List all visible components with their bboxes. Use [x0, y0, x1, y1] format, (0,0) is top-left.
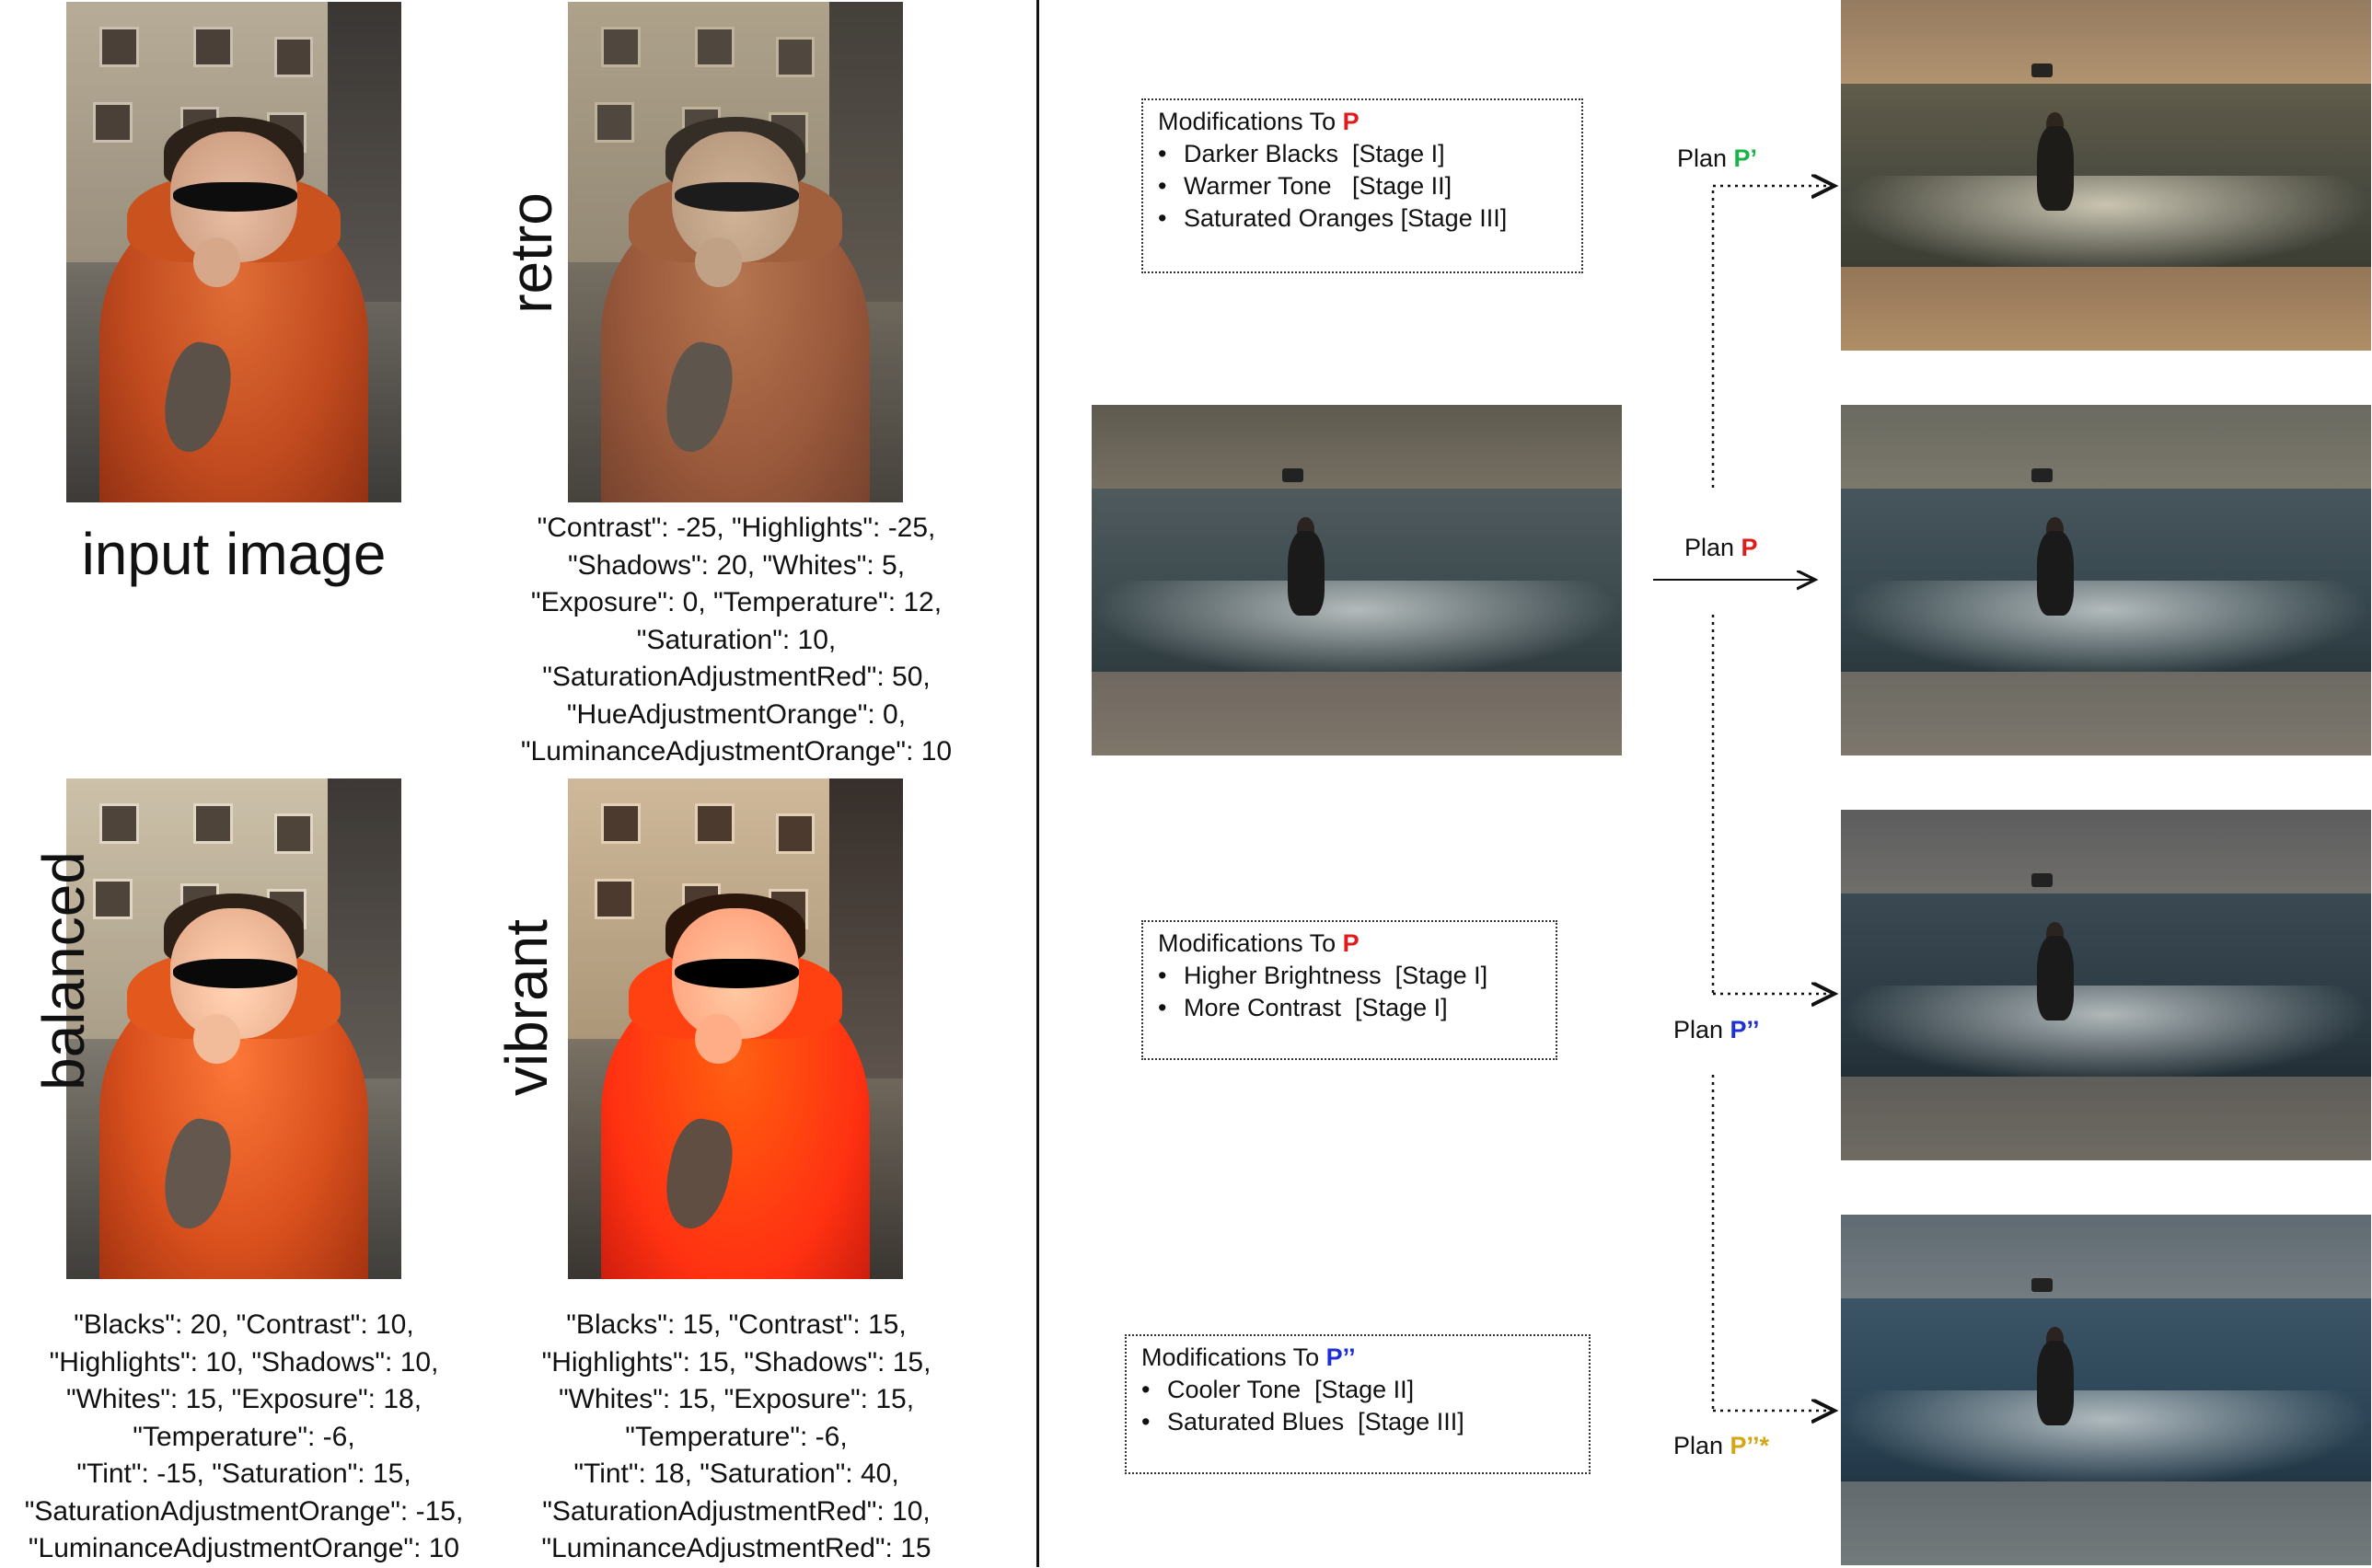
- plan-p-label: Plan P: [1684, 534, 1758, 561]
- plan-p-name: P: [1342, 929, 1360, 957]
- mod-item: Saturated Oranges [Stage III]: [1158, 202, 1567, 235]
- plan-p-dprime-label: Plan P’’: [1673, 1016, 1760, 1043]
- param-line: "Tint": -15, "Saturation": 15,: [76, 1458, 411, 1489]
- vibrant-label: vibrant: [493, 918, 560, 1097]
- param-line: "LuminanceAdjustmentRed": 15: [541, 1533, 931, 1563]
- mod-item: Darker Blacks [Stage I]: [1158, 138, 1567, 170]
- param-line: "Blacks": 20, "Contrast": 10,: [74, 1309, 414, 1340]
- param-line: "SaturationAdjustmentOrange": -15,: [24, 1495, 464, 1527]
- result-image-p-dprime: [1841, 810, 2371, 1160]
- param-line: "Contrast": -25, "Highlights": -25,: [537, 513, 936, 543]
- param-line: "Whites": 15, "Exposure": 18,: [65, 1384, 422, 1414]
- param-line: "SaturationAdjustmentRed": 10,: [542, 1495, 931, 1527]
- balanced-image: [66, 778, 401, 1279]
- mod-item: Cooler Tone [Stage II]: [1141, 1374, 1574, 1406]
- source-surf-image: [1092, 405, 1622, 755]
- result-image-p-prime: [1841, 0, 2371, 351]
- result-image-p: [1841, 405, 2371, 755]
- param-line: "SaturationAdjustmentRed": 50,: [542, 662, 931, 692]
- vibrant-params: "Blacks": 15, "Contrast": 15, "Highlight…: [497, 1307, 976, 1568]
- retro-params: "Contrast": -25, "Highlights": -25, "Sha…: [479, 510, 994, 771]
- panel-divider: [1036, 0, 1039, 1567]
- input-image: [66, 2, 401, 502]
- plan-p-dprime-star-label: Plan P’’*: [1673, 1432, 1770, 1459]
- mod-title: Modifications To P’’: [1141, 1343, 1356, 1371]
- result-image-p-dprime-star: [1841, 1215, 2371, 1565]
- retro-label: retro: [498, 192, 564, 314]
- param-line: "Blacks": 15, "Contrast": 15,: [566, 1309, 907, 1340]
- plan-p-name: P: [1342, 108, 1360, 135]
- mod-item: More Contrast [Stage I]: [1158, 992, 1541, 1024]
- plan-p-prime-label: Plan P’: [1677, 144, 1758, 172]
- input-image-label: input image: [81, 521, 387, 587]
- retro-image: [568, 2, 903, 502]
- param-line: "Saturation": 10,: [636, 624, 837, 655]
- mod-item: Warmer Tone [Stage II]: [1158, 170, 1567, 202]
- param-line: "Temperature": -6,: [133, 1421, 355, 1452]
- param-line: "LuminanceAdjustmentOrange": 10: [520, 736, 953, 767]
- param-line: "LuminanceAdjustmentOrange": 10: [28, 1533, 460, 1563]
- param-line: "Temperature": -6,: [625, 1421, 848, 1452]
- param-line: "HueAdjustmentOrange": 0,: [566, 698, 907, 730]
- param-line: "Whites": 15, "Exposure": 15,: [558, 1384, 915, 1414]
- vibrant-image: [568, 778, 903, 1279]
- plan-p-dprime-name: P’’: [1325, 1343, 1356, 1371]
- param-line: "Highlights": 10, "Shadows": 10,: [49, 1346, 439, 1378]
- modifications-box-p-dprime: Modifications To P’’ Cooler Tone [Stage …: [1125, 1334, 1591, 1474]
- modifications-box-p-second: Modifications To P Higher Brightness [St…: [1141, 920, 1557, 1060]
- mod-item: Higher Brightness [Stage I]: [1158, 960, 1541, 992]
- param-line: "Shadows": 20, "Whites": 5,: [567, 549, 906, 581]
- param-line: "Highlights": 15, "Shadows": 15,: [541, 1346, 931, 1378]
- modifications-box-p: Modifications To P Darker Blacks [Stage …: [1141, 98, 1583, 273]
- mod-title: Modifications To P: [1158, 108, 1360, 135]
- mod-item: Saturated Blues [Stage III]: [1141, 1406, 1574, 1438]
- param-line: "Exposure": 0, "Temperature": 12,: [530, 587, 943, 617]
- mod-title: Modifications To P: [1158, 929, 1360, 957]
- balanced-params: "Blacks": 20, "Contrast": 10, "Highlight…: [0, 1307, 488, 1568]
- balanced-label: balanced: [30, 851, 97, 1090]
- param-line: "Tint": 18, "Saturation": 40,: [573, 1458, 899, 1489]
